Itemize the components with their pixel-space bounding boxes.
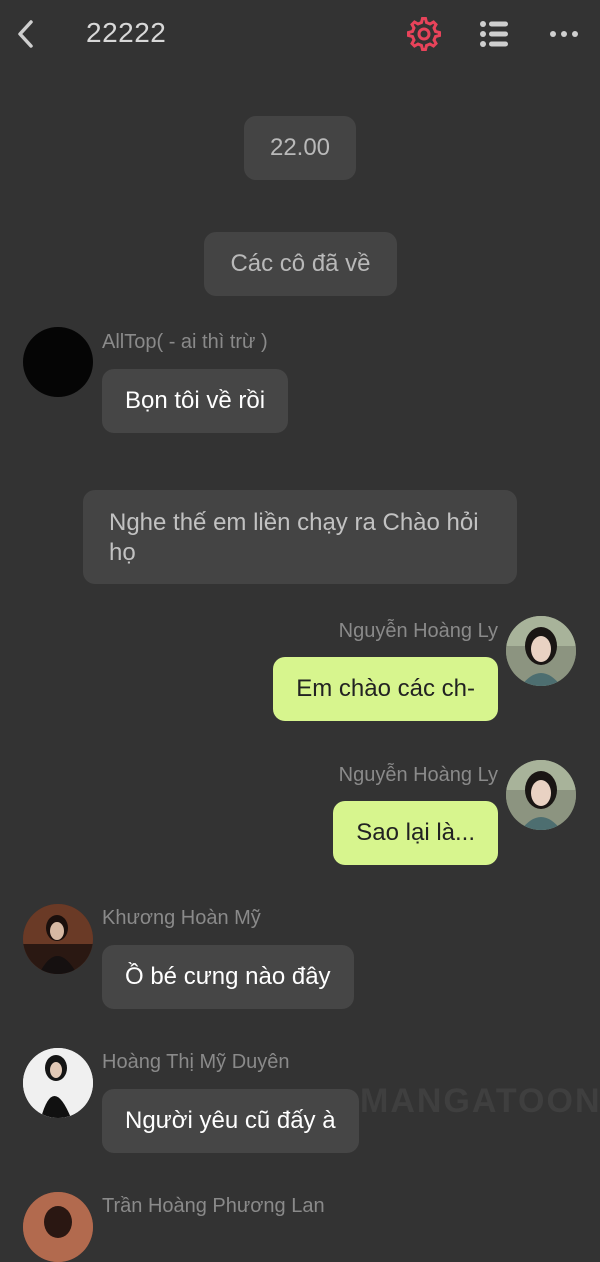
sender-name: AllTop( - ai thì trừ ) xyxy=(102,331,268,353)
avatar-image xyxy=(23,1048,93,1118)
gear-icon[interactable] xyxy=(406,16,442,52)
list-icon[interactable] xyxy=(476,18,512,50)
narration-message: Nghe thế em liền chạy ra Chào hỏi họ xyxy=(83,490,517,584)
message-bubble[interactable]: Người yêu cũ đấy à xyxy=(102,1089,359,1153)
sender-name: Hoàng Thị Mỹ Duyên xyxy=(102,1051,290,1073)
system-message-arrival: Các cô đã về xyxy=(204,232,397,296)
message-bubble[interactable]: Ồ bé cưng nào đây xyxy=(102,945,354,1009)
top-bar: 22222 xyxy=(0,0,600,70)
system-message-time: 22.00 xyxy=(244,116,356,180)
chat-title: 22222 xyxy=(86,17,167,48)
avatar-hoang-thi-my-duyen[interactable] xyxy=(23,1048,93,1118)
avatar-tran-hoang-phuong-lan[interactable] xyxy=(23,1192,93,1262)
message-bubble[interactable]: Em chào các ch- xyxy=(273,657,498,721)
sender-name: Nguyễn Hoàng Ly xyxy=(338,764,498,786)
avatar-image xyxy=(23,904,93,974)
avatar-nguyen-hoang-ly[interactable] xyxy=(506,616,576,686)
avatar-image xyxy=(506,616,576,686)
back-arrow-icon[interactable] xyxy=(12,17,40,51)
avatar-alltop[interactable] xyxy=(23,327,93,397)
message-bubble[interactable]: Bọn tôi về rồi xyxy=(102,369,289,433)
sender-name: Trần Hoàng Phương Lan xyxy=(102,1195,325,1217)
avatar-image xyxy=(506,760,576,830)
avatar-image xyxy=(23,1192,93,1262)
sender-name: Nguyễn Hoàng Ly xyxy=(338,620,498,642)
message-bubble[interactable]: Sao lại là... xyxy=(333,801,498,865)
more-dots-icon[interactable] xyxy=(546,22,582,46)
watermark-logo: MANGATOON xyxy=(360,1082,600,1120)
sender-name: Khương Hoàn Mỹ xyxy=(102,907,261,929)
avatar-nguyen-hoang-ly[interactable] xyxy=(506,760,576,830)
avatar-khuong-hoan-my[interactable] xyxy=(23,904,93,974)
